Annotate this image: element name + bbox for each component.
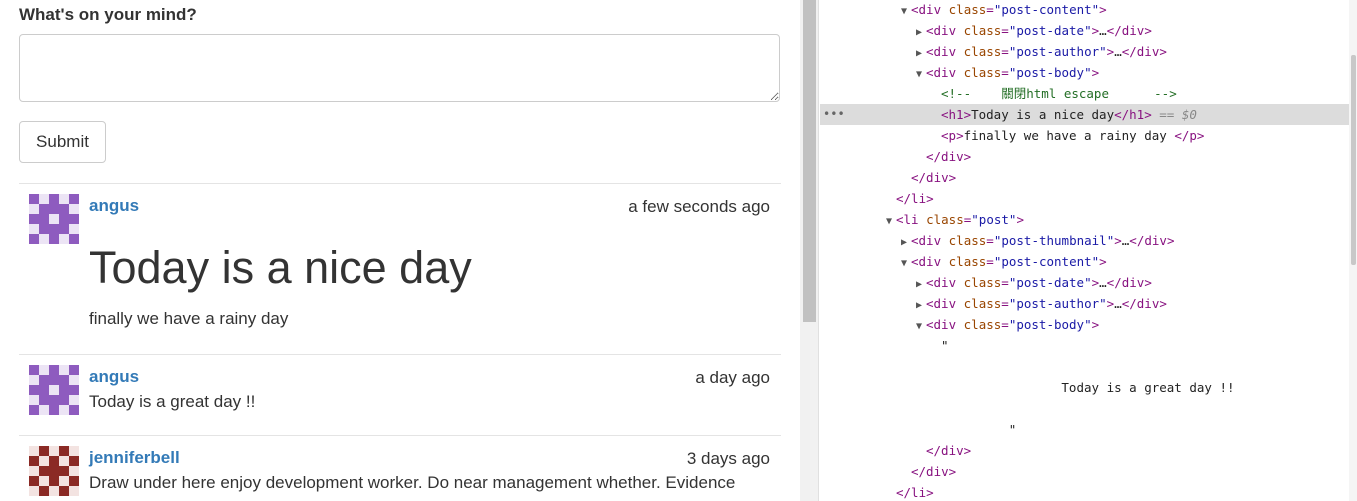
submit-button[interactable]: Submit <box>19 121 106 163</box>
post-date: a few seconds ago <box>628 197 770 216</box>
post-prompt-label: What's on your mind? <box>19 5 197 24</box>
avatar-identicon[interactable] <box>29 194 79 244</box>
page-scrollbar[interactable] <box>800 0 819 501</box>
collapse-arrow-icon[interactable]: ▶ <box>916 43 926 64</box>
dom-node-line[interactable]: ▼ <li class="post"> <box>820 209 1357 230</box>
post-body-text: Draw under here enjoy development worker… <box>89 473 736 492</box>
post-date: 3 days ago <box>686 449 770 468</box>
avatar-identicon[interactable] <box>29 365 79 415</box>
expand-arrow-icon[interactable]: ▼ <box>916 316 926 337</box>
dom-node-line[interactable]: ▼ <div class="post-body"> <box>820 314 1357 335</box>
expand-arrow-icon[interactable]: ▼ <box>916 64 926 85</box>
dom-node-line[interactable]: ▶ <div class="post-author">…</div> <box>820 293 1357 314</box>
post-author-link[interactable]: angus <box>89 367 139 387</box>
node-actions-icon[interactable]: ••• <box>823 104 845 125</box>
dom-node-line[interactable]: </div> <box>820 167 1357 188</box>
expand-arrow-icon[interactable]: ▼ <box>886 211 896 232</box>
page-scrollbar-thumb[interactable] <box>803 0 816 322</box>
post-item: angus a day ago Today is a great day !! <box>19 354 781 435</box>
expand-arrow-icon[interactable]: ▼ <box>901 1 911 22</box>
post-date: a day ago <box>695 368 770 387</box>
devtools-elements-panel: ▼ <div class="post-content"> ▶ <div class="… <box>820 0 1357 501</box>
collapse-arrow-icon[interactable]: ▶ <box>916 22 926 43</box>
post-body-text: finally we have a rainy day <box>89 309 289 328</box>
dom-node-line[interactable]: ••• <h1>Today is a nice day</h1> == $0 <box>820 104 1357 125</box>
post-body-text: Today is a great day !! <box>89 392 256 411</box>
dom-node-line[interactable]: Today is a great day !! <box>820 377 1357 398</box>
dom-node-line[interactable] <box>820 398 1357 419</box>
dom-node-line[interactable]: <p>finally we have a rainy day </p> <box>820 125 1357 146</box>
post-author-link[interactable]: angus <box>89 196 139 216</box>
post-author-link[interactable]: jenniferbell <box>89 448 180 468</box>
dom-node-line[interactable]: ▶ <div class="post-author">…</div> <box>820 41 1357 62</box>
devtools-scrollbar-thumb[interactable] <box>1351 55 1356 265</box>
dom-node-line[interactable]: ▼ <div class="post-content"> <box>820 251 1357 272</box>
dom-node-line[interactable]: ▼ <div class="post-body"> <box>820 62 1357 83</box>
post-item: jenniferbell 3 days ago Draw under here … <box>19 435 781 501</box>
dom-node-line[interactable]: </div> <box>820 440 1357 461</box>
dom-node-line[interactable]: </li> <box>820 188 1357 209</box>
collapse-arrow-icon[interactable]: ▶ <box>916 274 926 295</box>
dom-node-line[interactable]: " <box>820 419 1357 440</box>
avatar-identicon[interactable] <box>29 446 79 496</box>
dom-node-line[interactable]: ▶ <div class="post-date">…</div> <box>820 272 1357 293</box>
dom-node-line[interactable] <box>820 356 1357 377</box>
dom-node-line[interactable]: </li> <box>820 482 1357 501</box>
collapse-arrow-icon[interactable]: ▶ <box>916 295 926 316</box>
dom-node-line[interactable]: " <box>820 335 1357 356</box>
dom-node-line[interactable]: </div> <box>820 146 1357 167</box>
expand-arrow-icon[interactable]: ▼ <box>901 253 911 274</box>
dom-node-line[interactable]: ▶ <div class="post-date">…</div> <box>820 20 1357 41</box>
post-item: angus a few seconds ago Today is a nice … <box>19 183 781 354</box>
dom-node-line[interactable]: ▶ <div class="post-thumbnail">…</div> <box>820 230 1357 251</box>
dom-node-line[interactable]: ▼ <div class="post-content"> <box>820 0 1357 20</box>
dom-node-line[interactable]: </div> <box>820 461 1357 482</box>
post-title: Today is a nice day <box>89 242 472 293</box>
dom-node-line[interactable]: <!-- 關閉html escape --> <box>820 83 1357 104</box>
post-textarea[interactable] <box>19 34 780 102</box>
post-list: angus a few seconds ago Today is a nice … <box>19 183 781 501</box>
web-page: What's on your mind? Submit angus a few … <box>0 0 800 501</box>
collapse-arrow-icon[interactable]: ▶ <box>901 232 911 253</box>
